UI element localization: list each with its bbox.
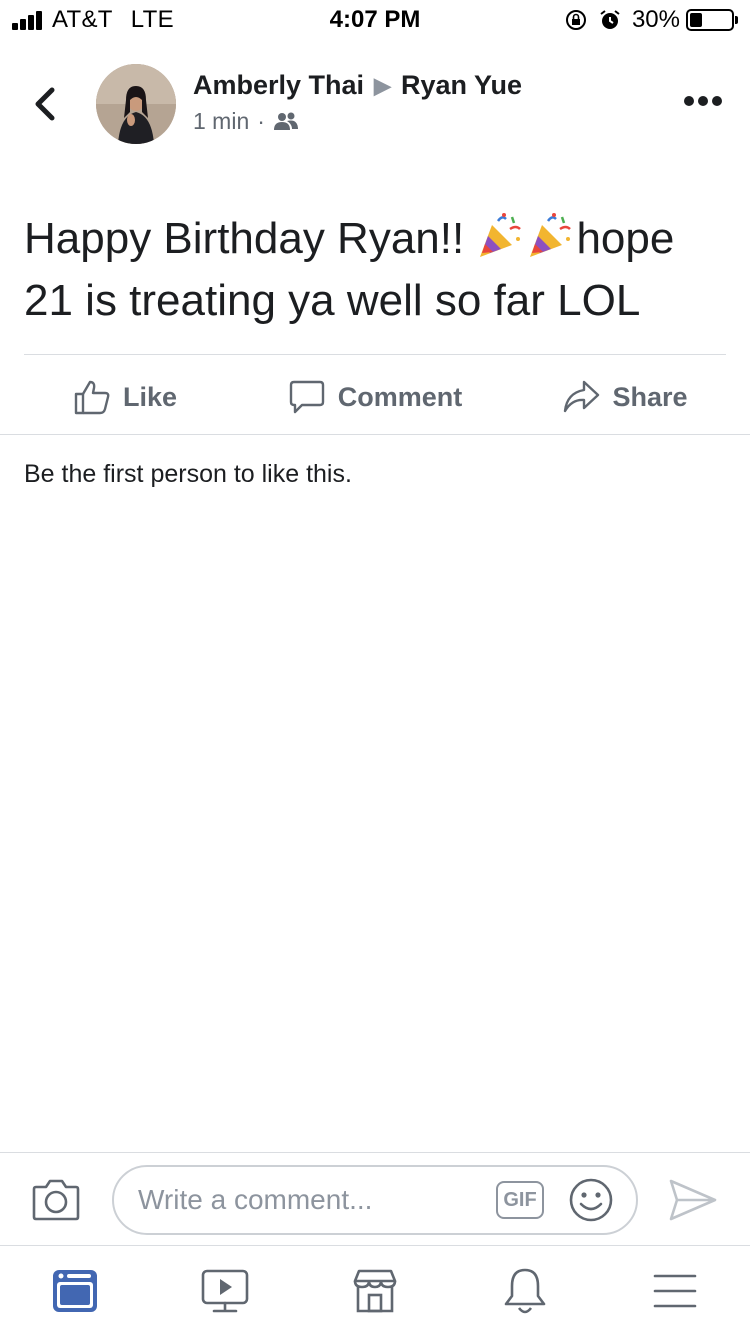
actions-divider-bottom	[0, 434, 750, 435]
alarm-icon	[600, 10, 620, 29]
battery-tip	[735, 16, 738, 24]
likes-summary: Be the first person to like this.	[24, 460, 352, 488]
avatar-image	[96, 64, 176, 144]
comment-input[interactable]	[138, 1167, 488, 1233]
marketplace-icon	[353, 1269, 397, 1313]
actions-divider-top	[24, 354, 726, 355]
tab-marketplace[interactable]	[300, 1248, 450, 1334]
party-popper-icon	[480, 213, 522, 257]
thumbs-up-icon	[74, 380, 110, 415]
battery-level	[690, 13, 702, 27]
post-text: Happy Birthday Ryan!! hope 21 is treatin…	[24, 208, 724, 332]
meta-separator: ·	[257, 108, 265, 134]
comment-composer: GIF	[0, 1152, 750, 1246]
share-arrow-icon	[564, 380, 600, 413]
battery-percent: 30%	[631, 6, 680, 33]
post-time[interactable]: 1 min	[193, 108, 249, 135]
tab-news-feed[interactable]	[0, 1248, 150, 1334]
recipient-name[interactable]: Ryan Yue	[401, 70, 522, 101]
status-right: 30%	[564, 6, 738, 34]
share-button[interactable]: Share	[500, 362, 750, 432]
menu-icon	[653, 1274, 697, 1308]
tab-watch[interactable]	[150, 1248, 300, 1334]
emoji-smiley-icon[interactable]	[568, 1177, 614, 1223]
post-actions: Like Comment Share	[0, 362, 750, 432]
to-arrow-icon: ▶	[374, 72, 391, 98]
author-name[interactable]: Amberly Thai	[193, 70, 364, 101]
battery-icon	[686, 9, 734, 31]
tab-menu[interactable]	[600, 1248, 750, 1334]
post-text-part1: Happy Birthday Ryan!!	[24, 214, 465, 263]
comment-button[interactable]: Comment	[250, 362, 500, 432]
friends-icon[interactable]	[273, 111, 299, 133]
bottom-tab-bar	[0, 1248, 750, 1334]
more-options-icon[interactable]	[680, 96, 722, 106]
comment-label: Comment	[337, 381, 463, 412]
party-popper-icon-2	[530, 213, 572, 257]
tab-notifications[interactable]	[450, 1248, 600, 1334]
author-avatar[interactable]	[96, 64, 176, 144]
comment-bubble-icon	[289, 380, 324, 414]
back-chevron-icon[interactable]	[28, 82, 64, 126]
share-label: Share	[612, 381, 688, 412]
post-names: Amberly Thai ▶ Ryan Yue	[193, 70, 522, 101]
like-button[interactable]: Like	[0, 362, 250, 432]
like-label: Like	[122, 381, 178, 412]
comment-input-container[interactable]: GIF	[112, 1165, 638, 1235]
watch-icon	[201, 1269, 249, 1313]
notifications-icon	[504, 1268, 546, 1314]
gif-button[interactable]: GIF	[496, 1181, 544, 1219]
post-meta: 1 min ·	[193, 108, 299, 135]
news-feed-icon	[53, 1270, 97, 1312]
camera-icon[interactable]	[32, 1177, 80, 1221]
send-icon[interactable]	[668, 1177, 718, 1223]
rotation-lock-icon	[565, 10, 586, 30]
status-bar: AT&T LTE 4:07 PM 30%	[0, 0, 750, 40]
post-header: Amberly Thai ▶ Ryan Yue 1 min ·	[0, 60, 750, 150]
